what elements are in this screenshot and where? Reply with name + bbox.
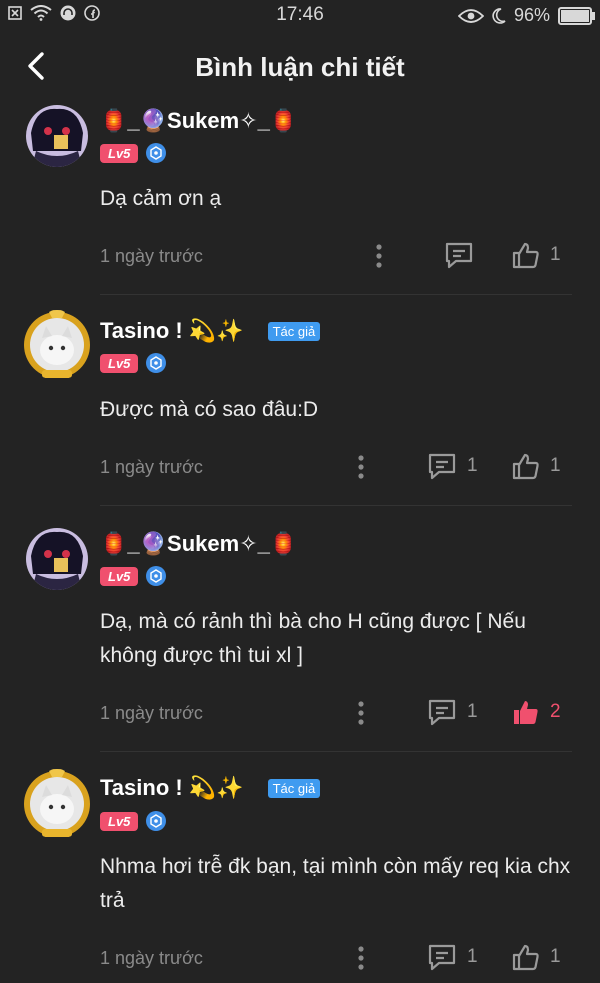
more-options-icon[interactable] bbox=[369, 243, 389, 269]
comment-time: 1 ngày trước bbox=[100, 948, 203, 968]
verified-icon bbox=[146, 811, 167, 831]
user-name-row: Tasino ! 💫✨ Tác giả bbox=[100, 318, 321, 344]
user-name[interactable]: 🏮_🔮Sukem✧_🏮 bbox=[100, 108, 297, 134]
status-bar: 17:46 96% bbox=[0, 0, 600, 32]
comment-icon bbox=[428, 699, 456, 726]
verified-icon bbox=[146, 143, 167, 163]
divider bbox=[100, 751, 572, 752]
thumbs-up-filled-icon bbox=[514, 701, 538, 724]
user-badges: Lv5 bbox=[100, 566, 167, 586]
author-tag: Tác giả bbox=[267, 778, 321, 798]
user-name-row: 🏮_🔮Sukem✧_🏮 bbox=[100, 108, 297, 134]
reply-button[interactable]: 1 bbox=[427, 943, 478, 971]
thumbs-up-icon bbox=[512, 944, 539, 971]
like-count: 1 bbox=[550, 455, 561, 476]
thumbs-up-icon bbox=[512, 242, 539, 269]
level-badge: Lv5 bbox=[100, 143, 139, 163]
reply-count: 1 bbox=[467, 946, 478, 967]
comment-text: Nhma hơi trễ đk bạn, tại mình còn mấy re… bbox=[100, 855, 571, 912]
reply-count: 1 bbox=[467, 455, 478, 476]
user-badges: Lv5 bbox=[100, 353, 167, 373]
avatar[interactable] bbox=[22, 769, 92, 839]
comment-time: 1 ngày trước bbox=[100, 246, 203, 266]
comment-icon bbox=[445, 242, 473, 269]
user-name-row: 🏮_🔮Sukem✧_🏮 bbox=[100, 531, 297, 557]
like-button[interactable]: 1 bbox=[512, 943, 561, 971]
avatar[interactable] bbox=[22, 310, 92, 380]
verified-icon bbox=[146, 566, 167, 586]
like-button[interactable]: 1 bbox=[512, 452, 561, 480]
comment-icon bbox=[428, 944, 456, 971]
header: Bình luận chi tiết bbox=[0, 32, 600, 102]
comment-time: 1 ngày trước bbox=[100, 703, 203, 723]
level-badge: Lv5 bbox=[100, 353, 139, 373]
user-name[interactable]: Tasino ! 💫✨ bbox=[100, 318, 244, 344]
reply-button[interactable]: 1 bbox=[427, 698, 478, 726]
user-name[interactable]: 🏮_🔮Sukem✧_🏮 bbox=[100, 531, 297, 557]
page-title: Bình luận chi tiết bbox=[195, 52, 405, 82]
comment-text: Dạ cảm ơn ạ bbox=[100, 187, 222, 210]
user-badges: Lv5 bbox=[100, 143, 167, 163]
battery-icon bbox=[558, 6, 595, 25]
battery-percent: 96% bbox=[513, 5, 550, 25]
user-badges: Lv5 bbox=[100, 811, 167, 831]
more-options-icon[interactable] bbox=[351, 454, 371, 480]
thumbs-up-icon bbox=[512, 453, 539, 480]
verified-icon bbox=[146, 353, 167, 373]
like-count: 2 bbox=[550, 701, 561, 722]
level-badge: Lv5 bbox=[100, 566, 139, 586]
reply-button[interactable]: 1 bbox=[427, 452, 478, 480]
reply-count: 1 bbox=[467, 701, 478, 722]
like-button[interactable]: 1 bbox=[512, 241, 561, 269]
level-badge: Lv5 bbox=[100, 811, 139, 831]
avatar[interactable] bbox=[26, 528, 88, 590]
more-options-icon[interactable] bbox=[351, 945, 371, 971]
comment-time: 1 ngày trước bbox=[100, 457, 203, 477]
comment-icon bbox=[428, 453, 456, 480]
moon-icon bbox=[492, 7, 506, 24]
more-options-icon[interactable] bbox=[351, 700, 371, 726]
like-count: 1 bbox=[550, 946, 561, 967]
author-tag: Tác giả bbox=[267, 321, 321, 341]
divider bbox=[100, 294, 572, 295]
avatar[interactable] bbox=[26, 105, 88, 167]
reply-button[interactable] bbox=[444, 241, 484, 269]
eye-icon bbox=[457, 8, 484, 23]
like-button[interactable]: 2 bbox=[512, 698, 561, 726]
user-name-row: Tasino ! 💫✨ Tác giả bbox=[100, 775, 321, 801]
user-name[interactable]: Tasino ! 💫✨ bbox=[100, 775, 244, 801]
comment-text: Được mà có sao đâu:D bbox=[100, 398, 319, 421]
divider bbox=[100, 505, 572, 506]
comment-text: Dạ, mà có rảnh thì bà cho H cũng được [ … bbox=[100, 610, 526, 667]
like-count: 1 bbox=[550, 244, 561, 265]
